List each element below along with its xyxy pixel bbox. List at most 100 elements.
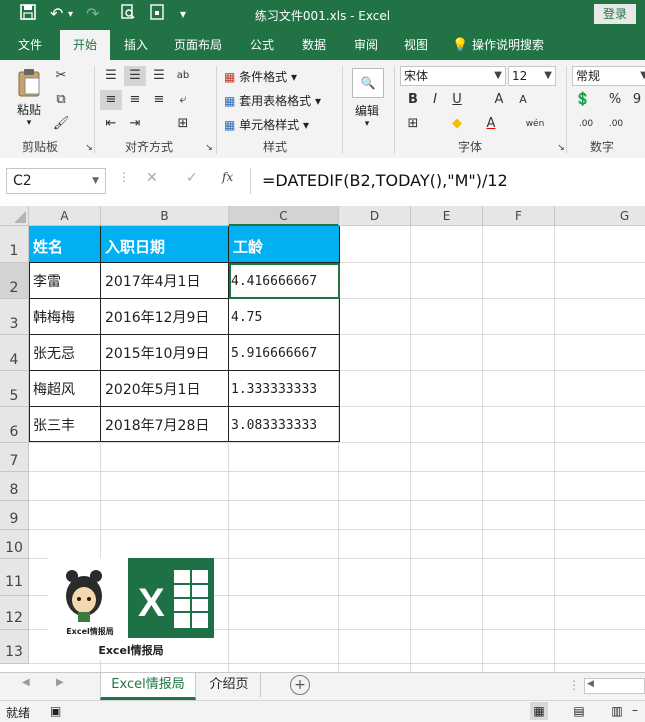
clipboard-launcher-icon[interactable]: ↘	[78, 138, 100, 158]
font-name-combo[interactable]: 宋体 ▼	[400, 66, 506, 86]
table-cell[interactable]: 2016年12月9日	[101, 299, 229, 335]
header-cell[interactable]: 入职日期	[101, 226, 229, 263]
table-cell[interactable]: 李雷	[29, 263, 101, 299]
number-format-combo[interactable]: 常规 ▼	[572, 66, 645, 86]
font-launcher-icon[interactable]: ↘	[550, 138, 572, 158]
table-cell[interactable]: 2015年10月9日	[101, 335, 229, 371]
tab-view[interactable]: 视图	[394, 30, 438, 60]
sheet-tab[interactable]: 介绍页	[198, 673, 261, 697]
align-right-icon[interactable]: ≡	[148, 90, 170, 110]
table-cell[interactable]: 2020年5月1日	[101, 371, 229, 407]
wrap-text-icon[interactable]: ⤶	[172, 90, 194, 110]
underline-button[interactable]: U	[446, 90, 468, 110]
worksheet-grid[interactable]: A B C D E F G 1 2 3 4 5 6 7 8 9 10 11 12…	[0, 206, 645, 672]
name-box[interactable]: C2 ▼	[6, 168, 106, 194]
page-layout-view-icon[interactable]: ▤	[570, 702, 588, 720]
select-all-corner[interactable]	[0, 206, 29, 226]
phonetic-icon[interactable]: wén	[520, 114, 550, 134]
macro-record-icon[interactable]: ▣	[50, 704, 61, 718]
logo-picture[interactable]: Excel情报局 X Excel情报局	[48, 558, 214, 660]
conditional-format-button[interactable]: ▦ 条件格式 ▾	[224, 68, 297, 85]
column-header[interactable]: E	[411, 206, 483, 226]
add-sheet-icon[interactable]: +	[290, 675, 310, 695]
tab-insert[interactable]: 插入	[114, 30, 158, 60]
align-middle-icon[interactable]: ☰	[124, 66, 146, 86]
table-cell[interactable]: 韩梅梅	[29, 299, 101, 335]
row-header[interactable]: 8	[0, 472, 29, 501]
find-select-button[interactable]: 🔍 编辑 ▾	[350, 68, 384, 129]
tab-page-layout[interactable]: 页面布局	[166, 30, 230, 60]
row-header[interactable]: 2	[0, 263, 29, 299]
table-cell[interactable]: 张无忌	[29, 335, 101, 371]
fill-color-icon[interactable]: ◆	[446, 114, 468, 134]
sheet-tab-active[interactable]: Excel情报局	[100, 673, 196, 700]
table-cell[interactable]: 张三丰	[29, 407, 101, 442]
horizontal-scrollbar[interactable]: ◀	[584, 678, 645, 694]
decrease-font-button[interactable]: A	[512, 90, 534, 110]
table-cell[interactable]: 5.916666667	[229, 335, 340, 371]
table-cell[interactable]: 4.75	[229, 299, 340, 335]
increase-font-button[interactable]: A	[488, 90, 510, 110]
column-header[interactable]: D	[339, 206, 411, 226]
paste-button[interactable]: 粘贴 ▾	[12, 68, 46, 128]
italic-button[interactable]: I	[424, 90, 446, 110]
percent-button[interactable]: %	[604, 90, 626, 110]
table-cell[interactable]: 1.333333333	[229, 371, 340, 407]
column-header[interactable]: G	[555, 206, 645, 226]
row-header[interactable]: 7	[0, 443, 29, 472]
scroll-left-icon[interactable]: ◀	[587, 679, 594, 689]
enter-icon[interactable]: ✓	[186, 170, 198, 186]
page-break-view-icon[interactable]: ▥	[608, 702, 626, 720]
row-header[interactable]: 11	[0, 559, 29, 596]
insert-function-button[interactable]: fx	[222, 170, 233, 184]
comma-button[interactable]: 9	[626, 90, 645, 110]
scroll-right-icon[interactable]: ▶	[56, 677, 64, 688]
tab-data[interactable]: 数据	[292, 30, 336, 60]
table-cell[interactable]: 2017年4月1日	[101, 263, 229, 299]
tab-file[interactable]: 文件	[8, 30, 52, 60]
table-cell[interactable]: 梅超风	[29, 371, 101, 407]
header-cell[interactable]: 工龄	[229, 226, 340, 263]
row-header[interactable]: 5	[0, 371, 29, 407]
decrease-indent-icon[interactable]: ⇤	[100, 114, 122, 134]
column-header[interactable]: F	[483, 206, 555, 226]
copy-icon[interactable]: ⧉	[50, 90, 72, 110]
column-header[interactable]: C	[229, 206, 339, 226]
align-bottom-icon[interactable]: ☰	[148, 66, 170, 86]
format-as-table-button[interactable]: ▦ 套用表格格式 ▾	[224, 92, 321, 109]
increase-indent-icon[interactable]: ⇥	[124, 114, 146, 134]
tab-home[interactable]: 开始	[60, 30, 110, 60]
row-header[interactable]: 10	[0, 530, 29, 559]
merge-center-icon[interactable]: ⊞	[172, 114, 194, 134]
column-header[interactable]: B	[101, 206, 229, 226]
tell-me-search[interactable]: 💡 操作说明搜索	[452, 30, 572, 60]
increase-decimal-button[interactable]: .00	[572, 114, 600, 134]
active-cell[interactable]: 4.416666667	[229, 263, 340, 299]
row-header[interactable]: 3	[0, 299, 29, 335]
orientation-icon[interactable]: ab	[172, 66, 194, 86]
decrease-decimal-button[interactable]: .00	[602, 114, 630, 134]
scroll-left-icon[interactable]: ◀	[22, 677, 30, 688]
column-header[interactable]: A	[29, 206, 101, 226]
tab-formulas[interactable]: 公式	[240, 30, 284, 60]
zoom-out-icon[interactable]: –	[632, 703, 638, 717]
table-cell[interactable]: 3.083333333	[229, 407, 340, 442]
header-cell[interactable]: 姓名	[29, 226, 101, 263]
font-size-combo[interactable]: 12 ▼	[508, 66, 556, 86]
currency-icon[interactable]: 💲	[572, 90, 594, 110]
row-header[interactable]: 12	[0, 596, 29, 630]
format-painter-icon[interactable]: 🖌	[50, 114, 72, 134]
row-header[interactable]: 13	[0, 630, 29, 664]
row-header[interactable]: 6	[0, 407, 29, 443]
login-button[interactable]: 登录	[594, 4, 636, 24]
font-color-icon[interactable]: A	[480, 114, 502, 134]
row-header[interactable]: 1	[0, 226, 29, 263]
table-cell[interactable]: 2018年7月28日	[101, 407, 229, 442]
row-header[interactable]: 4	[0, 335, 29, 371]
cell-styles-button[interactable]: ▦ 单元格样式 ▾	[224, 116, 309, 133]
bold-button[interactable]: B	[402, 90, 424, 110]
normal-view-icon[interactable]: ▦	[530, 702, 548, 720]
align-center-icon[interactable]: ≡	[124, 90, 146, 110]
cut-icon[interactable]: ✂	[50, 66, 72, 86]
cancel-icon[interactable]: ✕	[146, 170, 158, 186]
